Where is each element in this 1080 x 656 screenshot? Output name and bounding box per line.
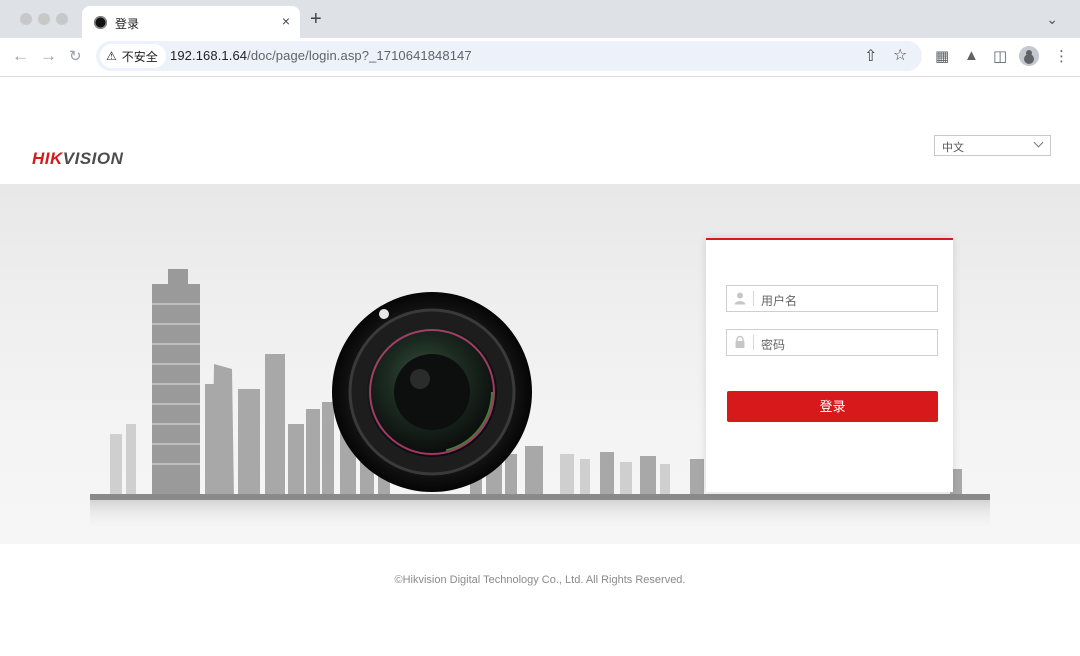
new-tab-button[interactable]: + (310, 9, 322, 29)
field-separator (753, 335, 754, 350)
browser-chrome: 登录 × + ⌄ ← → ↻ ⚠ 不安全 192.168.1.64/doc/pa… (0, 0, 1080, 77)
lock-icon (735, 335, 745, 348)
chevron-down-icon (1033, 137, 1044, 148)
extensions-puzzle-icon[interactable]: ▦ (935, 47, 949, 65)
user-icon (734, 292, 746, 305)
browser-toolbar: ← → ↻ ⚠ 不安全 192.168.1.64/doc/page/login.… (0, 38, 1080, 77)
tab-search-chevron-icon[interactable]: ⌄ (1046, 11, 1058, 28)
forward-arrow-icon[interactable]: → (40, 46, 57, 66)
language-select[interactable]: 中文 (934, 135, 1051, 156)
share-icon[interactable]: ⇧ (864, 46, 877, 66)
security-chip[interactable]: ⚠ 不安全 (100, 44, 166, 68)
lab-flask-icon[interactable]: ▲ (964, 47, 979, 64)
hikvision-logo: HIKVISION (32, 149, 124, 168)
back-arrow-icon[interactable]: ← (12, 46, 29, 66)
tab-close-icon[interactable]: × (282, 13, 290, 29)
tab-login[interactable]: 登录 × (82, 6, 300, 38)
login-page: HIKVISION 中文 用户名 密码 登录 ©Hikvision Digita… (0, 77, 1080, 656)
copyright-footer: ©Hikvision Digital Technology Co., Ltd. … (394, 574, 686, 586)
bookmark-star-icon[interactable]: ☆ (893, 45, 907, 65)
password-field[interactable]: 密码 (726, 329, 938, 356)
url-path: /doc/page/login.asp?_1710641848147 (247, 48, 472, 63)
reload-icon[interactable]: ↻ (69, 47, 82, 67)
username-placeholder: 用户名 (761, 294, 798, 308)
url-host: 192.168.1.64 (170, 48, 248, 63)
profile-avatar-icon[interactable] (1019, 46, 1039, 66)
field-separator (753, 291, 754, 306)
camera-favicon-icon (94, 16, 107, 29)
minimize-window-button[interactable] (38, 13, 50, 25)
login-button[interactable]: 登录 (727, 391, 938, 422)
tab-bar: 登录 × + ⌄ (0, 0, 1080, 38)
warning-icon: ⚠ (106, 49, 117, 63)
more-menu-icon[interactable]: ⋮ (1054, 47, 1069, 65)
language-selected-value: 中文 (942, 142, 964, 154)
security-label: 不安全 (121, 49, 158, 64)
tab-title: 登录 (115, 17, 140, 31)
side-panel-icon[interactable]: ◫ (993, 47, 1007, 65)
address-bar[interactable]: ⚠ 不安全 192.168.1.64/doc/page/login.asp?_1… (96, 41, 922, 71)
username-field[interactable]: 用户名 (726, 285, 938, 312)
close-window-button[interactable] (20, 13, 32, 25)
url-text[interactable]: 192.168.1.64/doc/page/login.asp?_1710641… (170, 48, 472, 63)
login-panel: 用户名 密码 登录 (706, 238, 953, 492)
password-placeholder: 密码 (761, 338, 786, 352)
maximize-window-button[interactable] (56, 13, 68, 25)
